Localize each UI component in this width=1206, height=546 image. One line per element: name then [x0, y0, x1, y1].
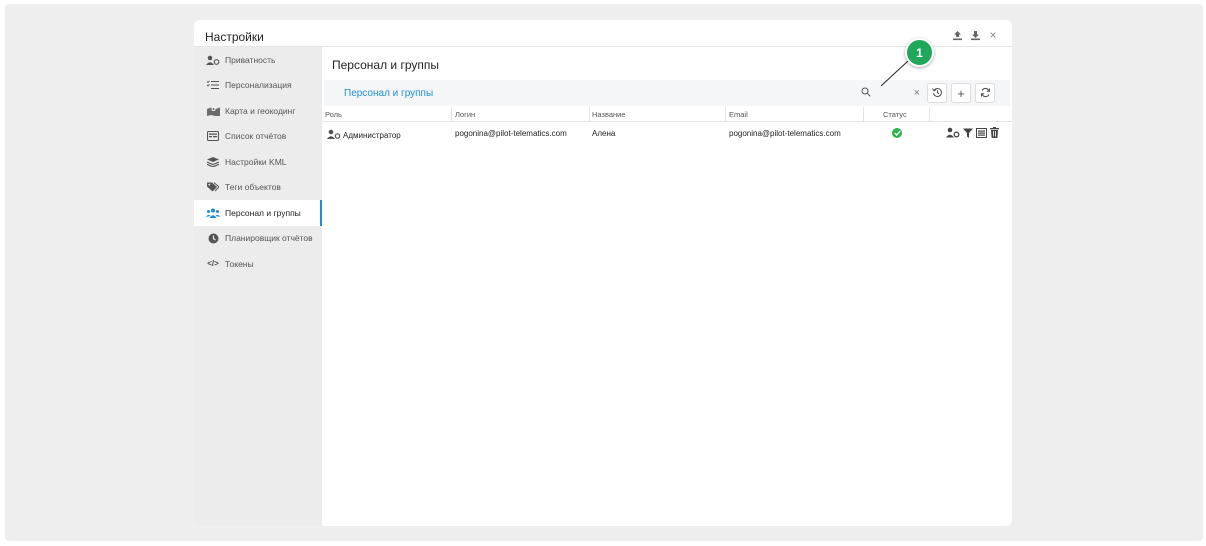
annotation-marker: 1 — [905, 38, 934, 67]
callout-pointer-line — [880, 60, 909, 87]
